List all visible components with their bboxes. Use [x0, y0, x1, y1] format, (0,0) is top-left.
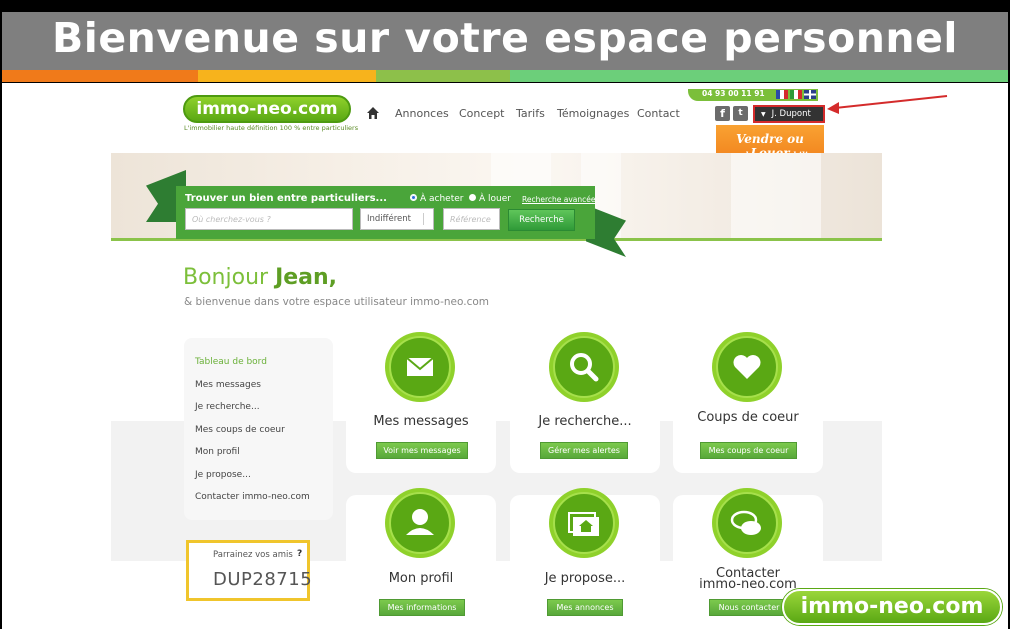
nav-temoignages[interactable]: Témoignages — [557, 107, 629, 120]
favorites-button[interactable]: Mes coups de coeur — [700, 442, 797, 459]
my-info-button[interactable]: Mes informations — [379, 599, 465, 616]
referral-code: DUP28715 — [213, 569, 313, 590]
home-icon[interactable] — [366, 106, 380, 120]
heart-icon[interactable] — [711, 331, 783, 403]
sidebar-item-5[interactable]: Je propose... — [195, 470, 251, 480]
card-messages-title: Mes messages — [373, 414, 469, 429]
color-stripe-yellow — [198, 70, 376, 82]
annotation-arrow-icon — [827, 95, 948, 114]
flag-fr-icon — [776, 90, 788, 99]
sidebar-item-1[interactable]: Mes messages — [195, 380, 261, 390]
sidebar-item-6[interactable]: Contacter immo-neo.com — [195, 492, 310, 502]
radio-checked-icon — [410, 194, 417, 201]
reference-input[interactable]: Référence — [443, 208, 500, 230]
card-profile-title: Mon profil — [388, 571, 454, 586]
language-flags[interactable] — [776, 90, 816, 99]
facebook-icon[interactable]: f — [715, 106, 730, 121]
user-name: J. Dupont — [771, 109, 811, 119]
radio-rent[interactable]: À louer — [469, 194, 511, 204]
sidebar-item-3[interactable]: Mes coups de coeur — [195, 425, 285, 435]
site-logo[interactable]: immo-neo.com — [183, 95, 351, 123]
welcome-subtitle: & bienvenue dans votre espace utilisateu… — [184, 296, 490, 308]
listing-icon[interactable] — [548, 487, 620, 559]
card-favorites-title: Coups de coeur — [697, 410, 799, 425]
user-account-button[interactable]: ▼ J. Dupont — [753, 105, 825, 123]
twitter-icon[interactable]: t — [733, 106, 748, 121]
nav-contact[interactable]: Contact — [637, 107, 680, 120]
advanced-search-link[interactable]: Recherche avancée — [522, 195, 596, 204]
card-listings-title: Je propose... — [544, 571, 626, 586]
manage-alerts-button[interactable]: Gérer mes alertes — [540, 442, 628, 459]
site-logo-text: immo-neo.com — [196, 99, 338, 119]
greeting: Bonjour Jean, — [183, 265, 338, 290]
card-search-title: Je recherche... — [538, 414, 632, 429]
envelope-icon[interactable] — [384, 331, 456, 403]
property-type-select[interactable]: Indifférent — [360, 208, 434, 230]
radio-unchecked-icon — [469, 194, 476, 201]
flag-it-icon — [790, 90, 802, 99]
nav-annonces[interactable]: Annonces — [395, 107, 449, 120]
frame-left — [0, 83, 2, 629]
nav-concept[interactable]: Concept — [459, 107, 505, 120]
search-button[interactable]: Recherche — [508, 209, 575, 231]
chevron-down-icon: ▼ — [761, 111, 766, 118]
property-type-value: Indifférent — [367, 214, 411, 224]
footer-logo-text: immo-neo.com — [800, 594, 984, 619]
color-stripe-lightgreen — [510, 70, 1008, 82]
sidebar-item-4[interactable]: Mon profil — [195, 447, 240, 457]
my-listings-button[interactable]: Mes annonces — [547, 599, 623, 616]
location-input[interactable]: Où cherchez-vous ? — [185, 208, 353, 230]
contact-us-button[interactable]: Nous contacter — [709, 599, 789, 616]
phone-number: 04 93 00 11 91 — [702, 89, 765, 98]
card-contact-title: Contacter immo-neo.com — [699, 566, 797, 592]
user-first-name: Jean, — [275, 265, 338, 290]
flag-uk-icon — [804, 90, 816, 99]
color-stripe-orange — [2, 70, 198, 82]
chat-icon[interactable] — [711, 487, 783, 559]
site-tagline: L'immobilier haute définition 100 % entr… — [184, 124, 359, 132]
nav-tarifs[interactable]: Tarifs — [516, 107, 545, 120]
banner-title: Bienvenue sur votre espace personnel — [52, 14, 958, 62]
user-icon[interactable] — [384, 487, 456, 559]
sidebar-item-0[interactable]: Tableau de bord — [195, 357, 267, 367]
color-stripe-green — [376, 70, 510, 82]
referral-help-icon[interactable]: ? — [297, 549, 302, 559]
referral-title: Parrainez vos amis — [213, 550, 293, 560]
radio-buy[interactable]: À acheter — [410, 194, 464, 204]
select-arrow-icon — [423, 213, 431, 225]
sidebar-item-2[interactable]: Je recherche... — [195, 402, 260, 412]
magnifier-icon[interactable] — [548, 331, 620, 403]
view-messages-button[interactable]: Voir mes messages — [376, 442, 468, 459]
search-title: Trouver un bien entre particuliers... — [185, 193, 387, 204]
